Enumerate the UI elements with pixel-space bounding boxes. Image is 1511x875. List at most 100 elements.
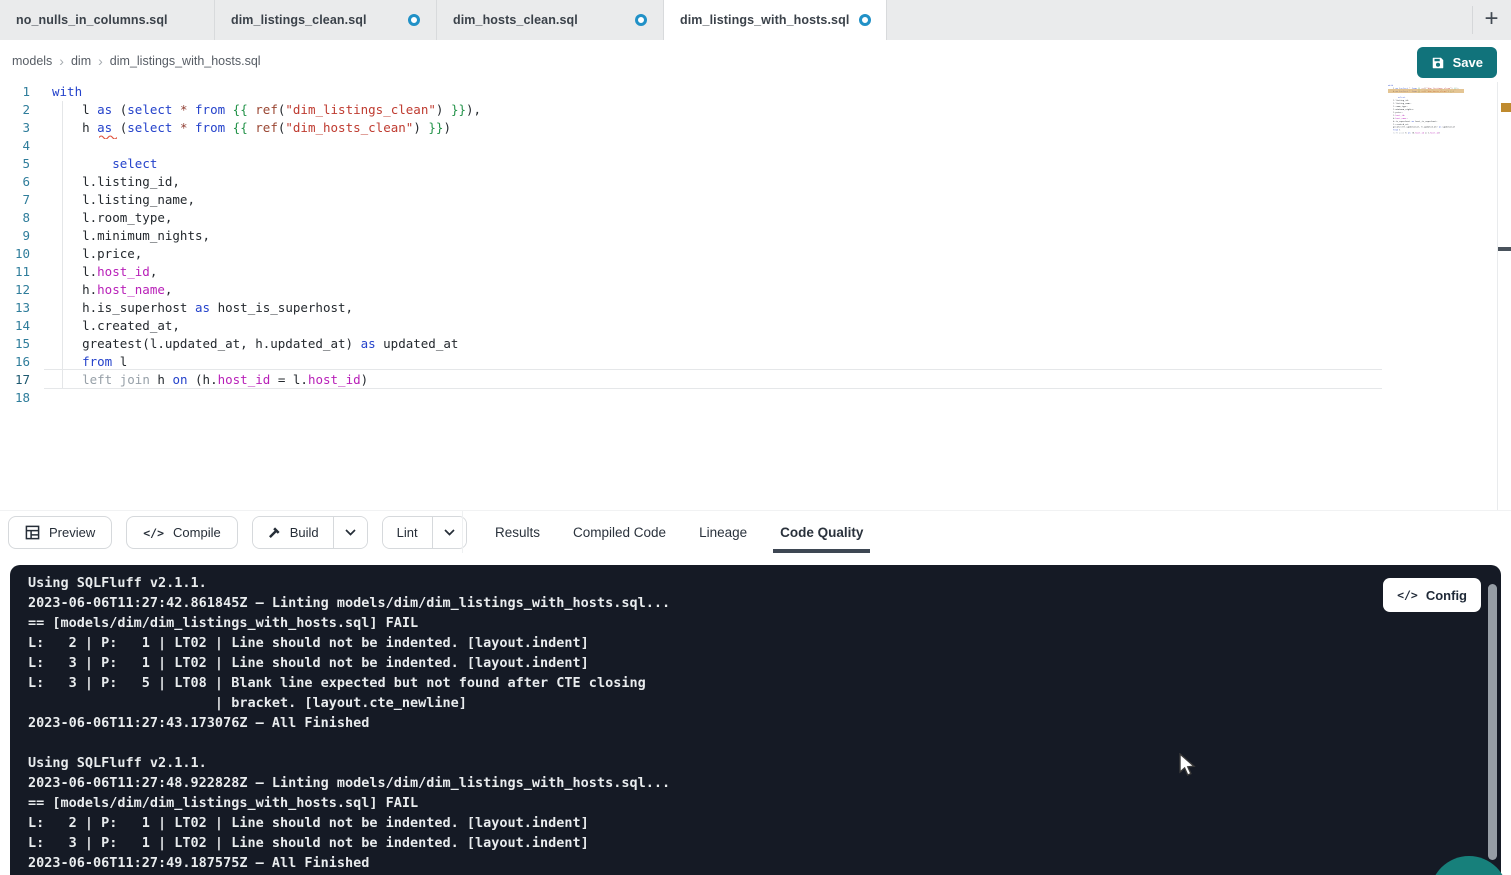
build-button[interactable]: Build [253,517,333,548]
terminal-line: L: 2 | P: 1 | LT02 | Line should not be … [28,813,1501,833]
breadcrumb-separator: › [59,53,64,69]
terminal-line: Using SQLFluff v2.1.1. [28,753,1501,773]
terminal-line: L: 3 | P: 5 | LT08 | Blank line expected… [28,673,1501,693]
tab-label: dim_listings_with_hosts.sql [680,13,849,27]
action-buttons: Preview </> Compile Build [8,516,467,549]
lint-output-terminal[interactable]: Using SQLFluff v2.1.1.2023-06-06T11:27:4… [10,565,1501,875]
panel-tab-compiled-code[interactable]: Compiled Code [573,511,666,553]
panel-tab-lineage[interactable]: Lineage [699,511,747,553]
floppy-icon [1431,56,1445,70]
preview-button[interactable]: Preview [8,516,112,549]
warning-marker [1501,103,1511,112]
save-button[interactable]: Save [1417,47,1497,78]
breadcrumb-item[interactable]: models [12,54,52,68]
build-label: Build [290,525,319,540]
mouse-cursor [1178,753,1198,779]
line-number: 17 [0,371,30,389]
plus-icon: + [1484,7,1498,31]
code-line [52,137,481,155]
line-number: 5 [0,155,30,173]
code-line: left join h on (h.host_id = l.host_id) [1388,132,1401,135]
panel-tab-results[interactable]: Results [495,511,540,553]
panel-tabs: Results Compiled Code Lineage Code Quality [495,511,863,553]
line-number: 13 [0,299,30,317]
config-button[interactable]: </> Config [1383,578,1481,612]
lint-button-group: Lint [382,516,467,549]
breadcrumb-bar: models › dim › dim_listings_with_hosts.sql S… [0,40,1511,82]
config-label: Config [1426,588,1467,603]
lint-button[interactable]: Lint [383,517,432,548]
tab-dim-listings-clean-sql[interactable]: dim_listings_clean.sql [215,0,437,40]
cursor-position-marker [1498,247,1511,251]
code-line [1388,134,1401,137]
terminal-line [28,733,1501,753]
line-number: 6 [0,173,30,191]
terminal-line: Using SQLFluff v2.1.1. [28,573,1501,593]
compile-button[interactable]: </> Compile [126,516,237,549]
code-line: left join h on (h.host_id = l.host_id) [52,371,481,389]
breadcrumb-item[interactable]: dim_listings_with_hosts.sql [110,54,261,68]
build-dropdown-button[interactable] [333,517,367,548]
code-brackets-icon: </> [1397,588,1418,602]
overview-ruler[interactable] [1497,82,1511,510]
ide-window: no_nulls_in_columns.sql dim_listings_clea… [0,0,1511,875]
terminal-line: == [models/dim/dim_listings_with_hosts.s… [28,793,1501,813]
code-line [52,389,481,407]
modified-dot-icon [635,14,647,26]
line-number: 9 [0,227,30,245]
action-bar: Preview </> Compile Build [0,510,1511,553]
line-number: 7 [0,191,30,209]
modified-dot-icon [859,14,871,26]
terminal-line: 2023-06-06T11:27:42.861845Z — Linting mo… [28,593,1501,613]
lint-dropdown-button[interactable] [432,517,466,548]
code-brackets-icon: </> [143,526,164,540]
line-number: 1 [0,83,30,101]
terminal-line: | bracket. [layout.cte_newline] [28,693,1501,713]
lint-squiggle-icon [99,134,117,139]
line-number: 12 [0,281,30,299]
preview-grid-icon [25,525,40,540]
line-number: 2 [0,101,30,119]
code-line: l.listing_name, [52,191,481,209]
tab-dim-hosts-clean-sql[interactable]: dim_hosts_clean.sql [437,0,664,40]
terminal-output: Using SQLFluff v2.1.1.2023-06-06T11:27:4… [10,565,1501,873]
line-number-gutter: 123456789101112131415161718 [0,83,30,407]
breadcrumb-separator: › [98,53,103,69]
code-line: h.is_superhost as host_is_superhost, [52,299,481,317]
code-line: l.created_at, [52,317,481,335]
terminal-line: 2023-06-06T11:27:48.922828Z — Linting mo… [28,773,1501,793]
code-line: with [52,83,481,101]
code-line: l.listing_id, [52,173,481,191]
chevron-down-icon [444,529,455,536]
code-editor[interactable]: 123456789101112131415161718 with l as (s… [0,82,1511,510]
tab-label: dim_hosts_clean.sql [453,13,578,27]
line-number: 4 [0,137,30,155]
toolbar-divider [462,511,463,553]
line-number: 16 [0,353,30,371]
new-tab-button[interactable]: + [1472,6,1510,34]
line-number: 8 [0,209,30,227]
build-button-group: Build [252,516,368,549]
breadcrumb-item[interactable]: dim [71,54,91,68]
code-line: select [52,155,481,173]
code-line: l.minimum_nights, [52,227,481,245]
code-line: l.host_id, [52,263,481,281]
preview-label: Preview [49,525,95,540]
code-line: l.room_type, [52,209,481,227]
code-line: l as (select * from {{ ref("dim_listings… [52,101,481,119]
code-line: greatest(l.updated_at, h.updated_at) as … [52,335,481,353]
tab-label: dim_listings_clean.sql [231,13,367,27]
code-content[interactable]: with l as (select * from {{ ref("dim_lis… [52,83,481,407]
tab-dim-listings-with-hosts-sql[interactable]: dim_listings_with_hosts.sql [664,0,887,40]
terminal-line: L: 2 | P: 1 | LT02 | Line should not be … [28,633,1501,653]
breadcrumb: models › dim › dim_listings_with_hosts.sql [12,40,261,82]
modified-dot-icon [408,14,420,26]
tab-no-nulls-in-columns-sql[interactable]: no_nulls_in_columns.sql [0,0,215,40]
line-number: 15 [0,335,30,353]
minimap-warning-highlight [1388,89,1464,93]
terminal-scrollbar[interactable] [1488,584,1497,860]
panel-tab-code-quality[interactable]: Code Quality [780,511,863,553]
line-number: 3 [0,119,30,137]
terminal-line: L: 3 | P: 1 | LT02 | Line should not be … [28,833,1501,853]
minimap[interactable]: with l as (select * from {{ ref("dim_lis… [1388,84,1464,224]
